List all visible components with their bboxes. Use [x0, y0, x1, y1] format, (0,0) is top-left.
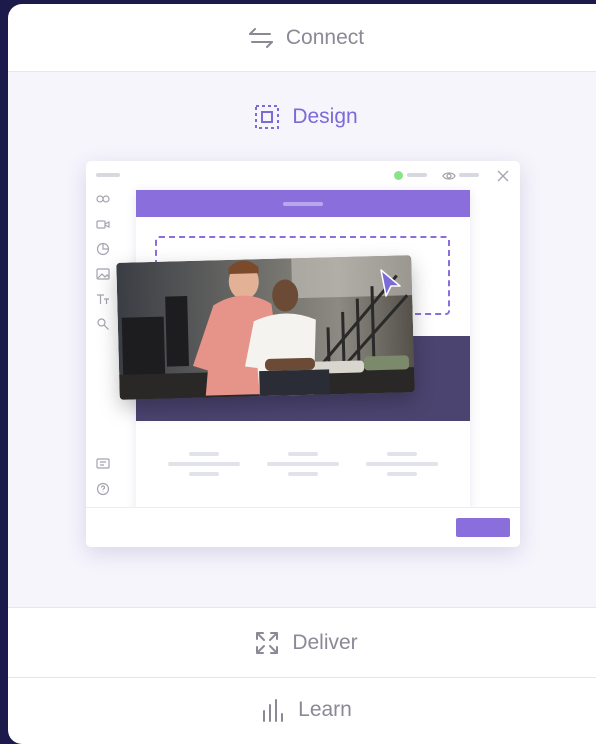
close-icon[interactable]	[497, 169, 509, 187]
step-design-label: Design	[292, 105, 358, 128]
expand-arrows-icon	[254, 630, 280, 656]
text-column	[267, 452, 339, 478]
chart-pie-icon[interactable]	[96, 242, 110, 256]
steps-card: Connect Design Deliver Learn	[8, 4, 596, 744]
link-icon[interactable]	[96, 192, 110, 206]
step-learn[interactable]: Learn	[8, 676, 596, 744]
status-dot-icon	[394, 171, 403, 180]
window-title-placeholder	[96, 173, 120, 177]
bar-chart-icon	[260, 697, 286, 723]
shop-photo-image	[116, 255, 415, 400]
video-icon[interactable]	[96, 217, 110, 231]
builder-footer	[86, 507, 520, 547]
text-columns	[136, 452, 470, 478]
step-design[interactable]: Design	[8, 100, 596, 134]
swap-arrows-icon	[248, 25, 274, 51]
status-text-placeholder	[407, 173, 427, 177]
image-icon[interactable]	[96, 267, 110, 281]
help-icon[interactable]	[96, 482, 110, 496]
header-text-placeholder	[283, 202, 323, 206]
text-column	[366, 452, 438, 478]
search-icon[interactable]	[96, 317, 110, 331]
eye-icon[interactable]	[442, 169, 456, 187]
crop-frame-icon	[254, 104, 280, 130]
canvas-header-block[interactable]	[136, 190, 470, 217]
step-learn-label: Learn	[298, 698, 352, 721]
step-connect[interactable]: Connect	[8, 4, 596, 72]
text-column	[168, 452, 240, 478]
step-connect-label: Connect	[285, 25, 365, 49]
text-icon[interactable]	[96, 292, 110, 306]
cursor-pointer-icon	[378, 268, 404, 298]
save-button[interactable]	[456, 518, 510, 537]
dragged-photo[interactable]	[116, 255, 415, 400]
step-deliver[interactable]: Deliver	[8, 607, 596, 678]
preview-text-placeholder	[459, 173, 479, 177]
step-deliver-label: Deliver	[292, 630, 358, 654]
comment-icon[interactable]	[96, 457, 110, 471]
design-panel: Design	[8, 72, 596, 607]
